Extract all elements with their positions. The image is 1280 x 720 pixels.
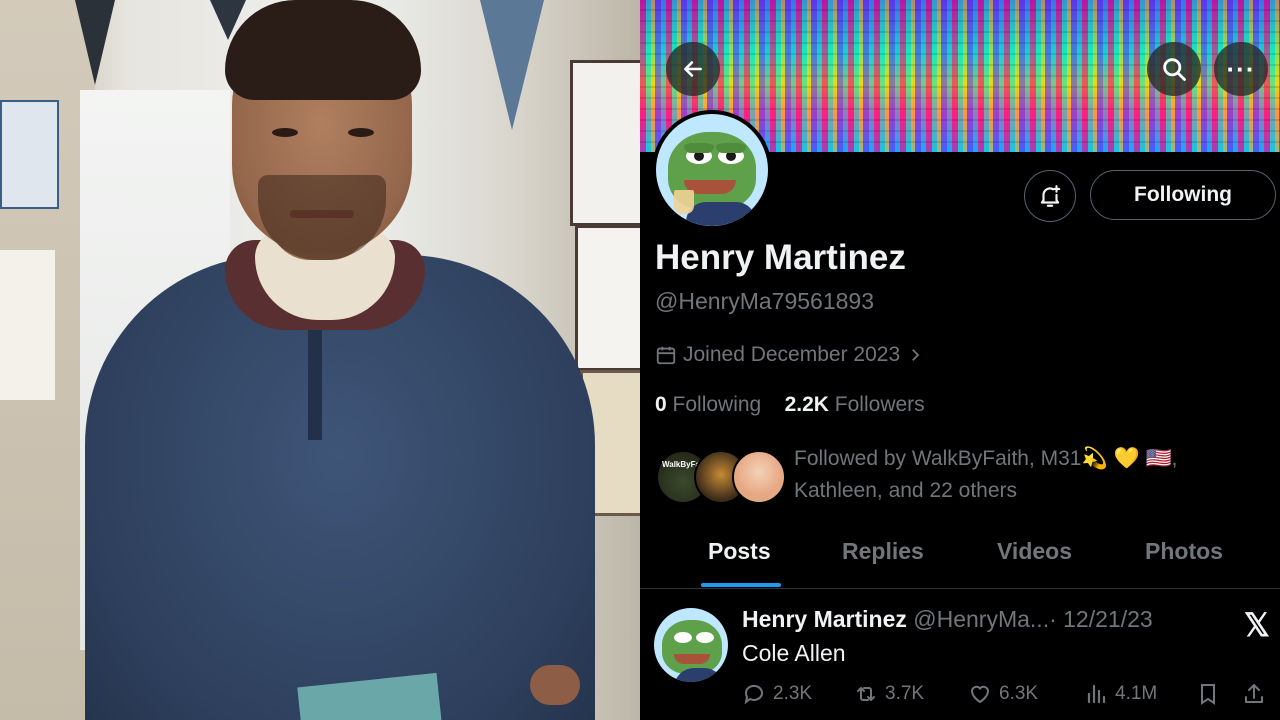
picture-frame xyxy=(570,60,640,226)
pepe-eye xyxy=(696,632,714,643)
following-count-link[interactable]: 0 Following xyxy=(655,393,761,416)
following-button[interactable]: Following xyxy=(1090,170,1276,220)
following-count: 0 xyxy=(655,393,667,416)
followers-label: Followers xyxy=(834,393,925,416)
like-count: 6.3K xyxy=(999,683,1039,704)
views-icon xyxy=(1087,684,1106,704)
hand xyxy=(530,665,580,705)
followed-by-avatars[interactable]: WalkByFaith xyxy=(656,450,786,506)
followers-count: 2.2K xyxy=(784,393,829,416)
tab-replies[interactable]: Replies xyxy=(842,538,924,565)
wall-poster xyxy=(0,100,59,209)
search-button[interactable] xyxy=(1147,42,1201,96)
reply-icon xyxy=(744,684,763,705)
pennant-flag xyxy=(75,0,115,85)
tab-photos[interactable]: Photos xyxy=(1145,538,1223,565)
user-handle: @HenryMa79561893 xyxy=(655,288,874,314)
tab-posts[interactable]: Posts xyxy=(708,538,771,565)
pepe-lid xyxy=(684,143,714,153)
pepe-face xyxy=(662,620,722,674)
post-avatar[interactable] xyxy=(654,608,728,682)
profile-avatar[interactable] xyxy=(652,110,772,230)
more-icon[interactable]: ··· xyxy=(1214,42,1268,96)
eye xyxy=(348,128,374,137)
post-date[interactable]: · 12/21/23 xyxy=(1049,606,1153,632)
bookmark-icon xyxy=(1201,684,1215,705)
post-handle[interactable]: @HenryMa... xyxy=(913,606,1049,632)
bell-plus-icon xyxy=(1040,185,1061,207)
search-icon xyxy=(1163,58,1186,81)
chevron-right-icon[interactable] xyxy=(906,346,924,364)
active-tab-indicator xyxy=(701,583,781,587)
followed-by-text[interactable]: Followed by WalkByFaith, M31💫 💛 🇺🇸, Kath… xyxy=(794,443,1214,507)
reply-count: 2.3K xyxy=(773,683,813,704)
display-name: Henry Martinez xyxy=(655,238,906,277)
wine-glass xyxy=(674,190,694,214)
heart-icon xyxy=(970,685,990,704)
joined-date: Joined December 2023 xyxy=(655,343,924,367)
views-count: 4.1M xyxy=(1115,683,1158,704)
wall-paper xyxy=(0,250,55,400)
following-label: Following xyxy=(672,393,762,416)
eye xyxy=(272,128,298,137)
repost-action[interactable]: 3.7K xyxy=(854,682,924,706)
pepe-mouth xyxy=(674,654,710,664)
bookmark-action[interactable] xyxy=(1196,682,1220,706)
zipper xyxy=(308,330,322,440)
followed-by-line2: Kathleen, and 22 others xyxy=(794,479,1018,502)
profile-panel: ··· Following Henry Martinez @HenryMa795… xyxy=(640,0,1280,720)
pepe-lid xyxy=(716,143,746,153)
follower-avatar xyxy=(732,450,786,504)
back-arrow-icon xyxy=(684,61,702,77)
mouth xyxy=(290,210,354,218)
back-button[interactable] xyxy=(666,42,720,96)
post-item[interactable]: Henry Martinez @HenryMa...· 12/21/23 𝕏 C… xyxy=(640,590,1280,720)
x-logo-icon: 𝕏 xyxy=(1244,607,1270,643)
person-photo xyxy=(0,0,640,720)
followers-count-link[interactable]: 2.2K Followers xyxy=(785,393,925,416)
post-text: Cole Allen xyxy=(742,640,846,666)
pepe-body xyxy=(686,202,756,226)
followed-by-line1: Followed by WalkByFaith, M31💫 💛 🇺🇸, xyxy=(794,447,1178,470)
share-icon xyxy=(1245,684,1263,703)
notify-bell-button[interactable] xyxy=(1024,170,1076,222)
repost-icon xyxy=(857,687,875,701)
repost-count: 3.7K xyxy=(885,683,925,704)
post-author[interactable]: Henry Martinez xyxy=(742,606,907,632)
follow-counts: 0 Following 2.2K Followers xyxy=(655,393,925,417)
joined-text: Joined December 2023 xyxy=(683,343,901,366)
pepe-eye xyxy=(674,632,692,643)
like-action[interactable]: 6.3K xyxy=(968,682,1038,706)
reply-action[interactable]: 2.3K xyxy=(742,682,812,706)
profile-tabs: Posts Replies Videos Photos xyxy=(640,520,1280,589)
hair xyxy=(225,0,421,100)
picture-frame xyxy=(575,225,640,371)
views-action[interactable]: 4.1M xyxy=(1084,682,1157,706)
tab-videos[interactable]: Videos xyxy=(997,538,1072,565)
post-header: Henry Martinez @HenryMa...· 12/21/23 xyxy=(742,606,1153,633)
share-action[interactable] xyxy=(1242,682,1266,706)
calendar-icon xyxy=(656,346,676,365)
pennant-flag xyxy=(480,0,544,130)
